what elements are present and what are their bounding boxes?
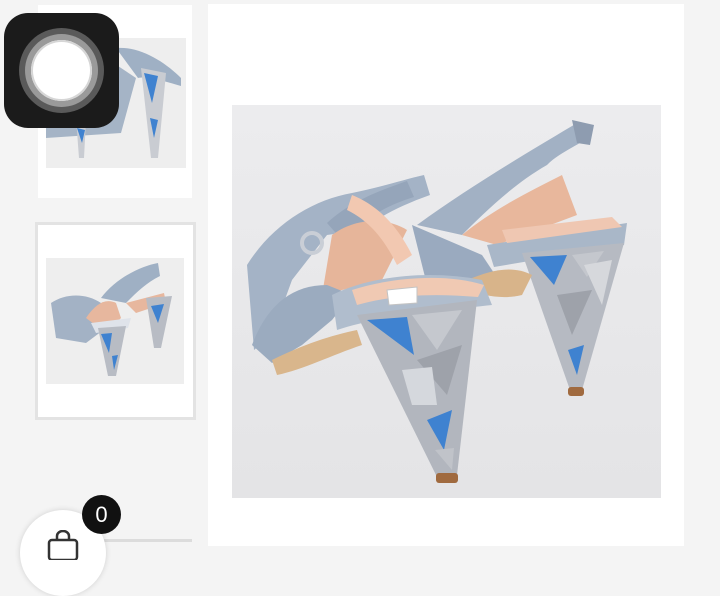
main-image-panel[interactable] [208,4,684,546]
assistive-touch-button[interactable] [4,13,119,128]
assistive-touch-center [31,40,92,101]
shoe-pair-back-photo [232,105,661,498]
thumbnail-2[interactable] [35,222,196,420]
shoe-pair-back-thumbnail-image [46,258,184,384]
shopping-bag-icon [47,530,79,560]
cart-count-badge: 0 [82,495,121,534]
